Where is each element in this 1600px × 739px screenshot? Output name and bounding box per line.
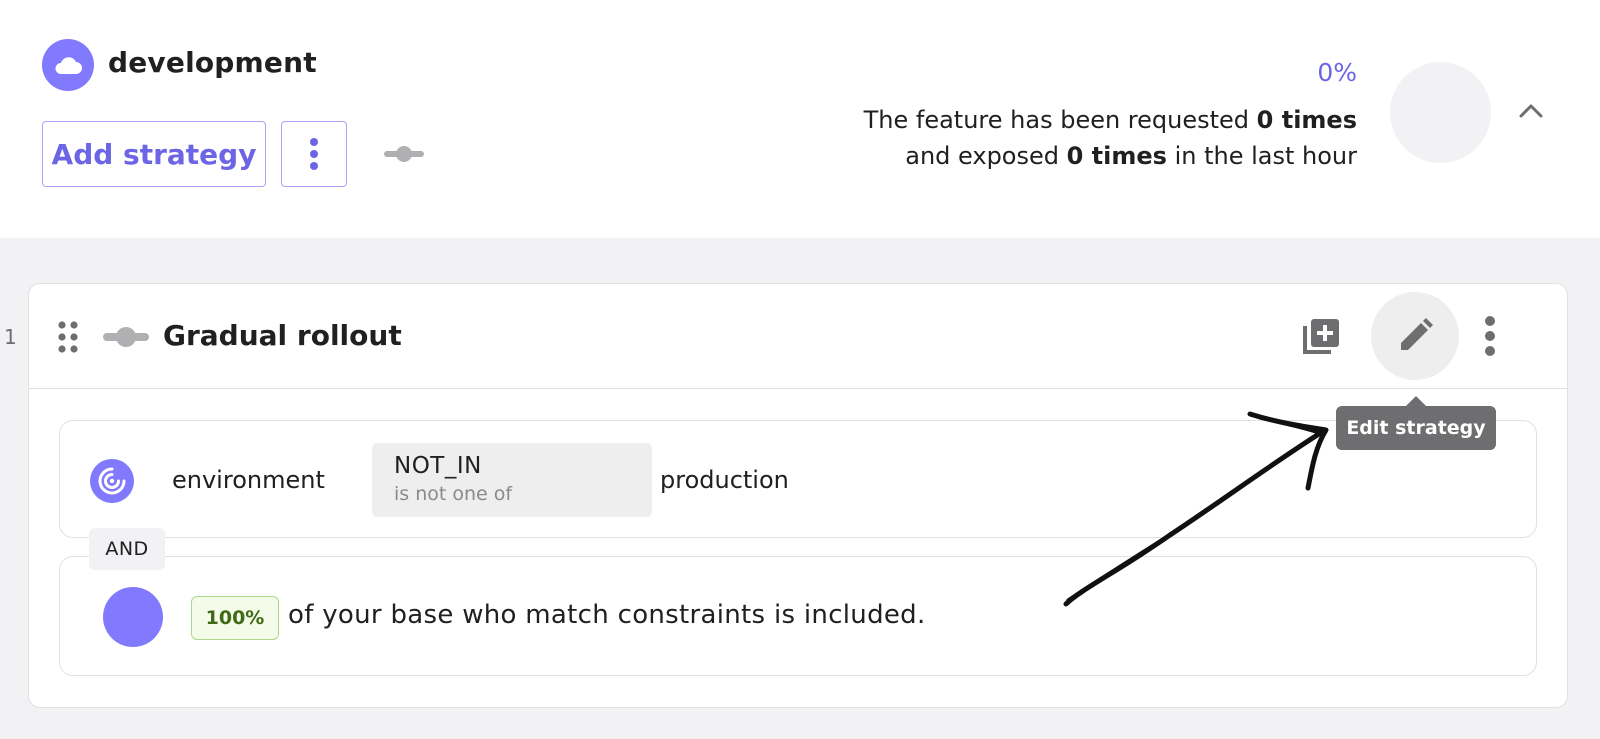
drag-handle-icon[interactable]: [57, 320, 79, 354]
copy-strategy-button[interactable]: [1299, 314, 1343, 358]
strategy-title: Gradual rollout: [163, 319, 402, 352]
rollout-description: of your base who match constraints is in…: [288, 600, 926, 630]
edit-strategy-tooltip: Edit strategy: [1336, 396, 1496, 450]
environment-more-button[interactable]: [281, 121, 347, 187]
rollout-percentage-circle: [103, 587, 163, 647]
exposure-percentage: 0%: [1317, 58, 1357, 87]
constraint-context-name: environment: [172, 466, 325, 494]
environment-header: development Add strategy 0% The feature …: [0, 0, 1600, 238]
strategy-card: Gradual rollout environment NOT_IN is no…: [28, 283, 1568, 708]
chevron-up-icon: [1519, 104, 1543, 118]
rollout-percentage-badge: 100%: [191, 596, 279, 640]
add-strategy-button[interactable]: Add strategy: [42, 121, 266, 187]
constraint-value: production: [660, 466, 789, 494]
constraint-operator: NOT_IN is not one of: [372, 443, 652, 517]
more-vertical-icon: [310, 138, 318, 170]
strategy-more-button[interactable]: [1475, 312, 1505, 360]
strategy-index: 1: [4, 325, 17, 349]
operator-name: NOT_IN: [394, 453, 482, 479]
cloud-icon: [42, 39, 94, 91]
operator-description: is not one of: [394, 483, 513, 505]
and-separator: AND: [89, 528, 165, 570]
collapse-button[interactable]: [1516, 96, 1546, 126]
edit-strategy-button[interactable]: [1371, 292, 1459, 380]
exposure-gauge: [1390, 62, 1491, 163]
strategy-type-icon: [384, 146, 424, 162]
annotation-arrow: [1063, 411, 1329, 607]
constraint-icon: [90, 459, 134, 503]
pencil-icon: [1401, 318, 1433, 350]
feature-metrics-text: The feature has been requested 0 times a…: [863, 106, 1357, 170]
strategy-card-header: Gradual rollout: [29, 284, 1567, 389]
environment-name: development: [108, 46, 317, 79]
more-vertical-icon: [1485, 316, 1495, 356]
strategy-type-icon: [103, 327, 149, 347]
library-add-icon: [1303, 319, 1339, 354]
